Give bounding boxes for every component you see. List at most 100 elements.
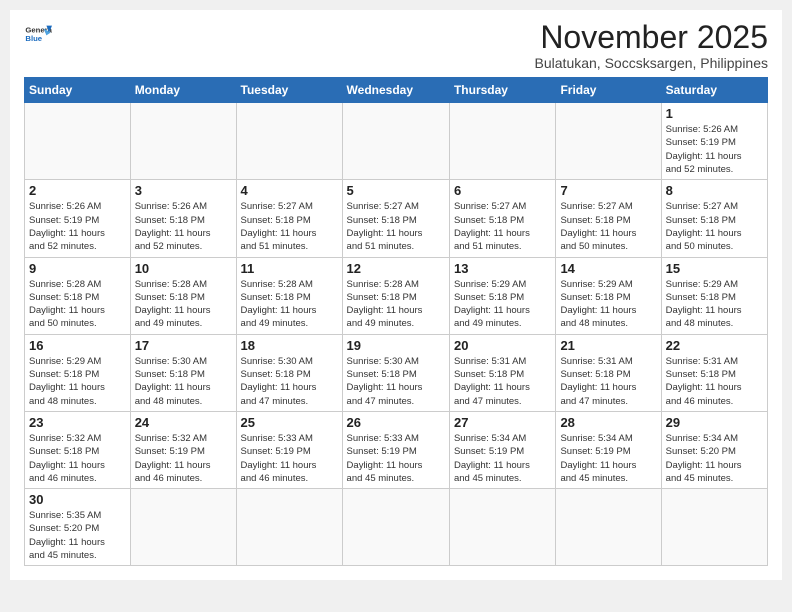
- weekday-header-sunday: Sunday: [25, 78, 131, 103]
- day-number: 21: [560, 338, 656, 353]
- week-row-6: 30 Sunrise: 5:35 AMSunset: 5:20 PMDayligh…: [25, 489, 768, 566]
- day-info: Sunrise: 5:27 AMSunset: 5:18 PMDaylight:…: [454, 200, 551, 253]
- day-info: Sunrise: 5:33 AMSunset: 5:19 PMDaylight:…: [347, 432, 445, 485]
- month-title: November 2025: [535, 20, 768, 55]
- calendar-cell: [449, 489, 555, 566]
- day-number: 3: [135, 183, 232, 198]
- calendar-cell: 22 Sunrise: 5:31 AMSunset: 5:18 PMDayligh…: [661, 334, 767, 411]
- location: Bulatukan, Soccsksargen, Philippines: [535, 55, 768, 71]
- day-info: Sunrise: 5:30 AMSunset: 5:18 PMDaylight:…: [135, 355, 232, 408]
- day-info: Sunrise: 5:34 AMSunset: 5:20 PMDaylight:…: [666, 432, 763, 485]
- calendar-cell: 24 Sunrise: 5:32 AMSunset: 5:19 PMDayligh…: [130, 411, 236, 488]
- day-number: 4: [241, 183, 338, 198]
- calendar-cell: 1Sunrise: 5:26 AMSunset: 5:19 PMDaylight…: [661, 103, 767, 180]
- day-number: 12: [347, 261, 445, 276]
- calendar-cell: [556, 489, 661, 566]
- calendar-cell: 16Sunrise: 5:29 AMSunset: 5:18 PMDayligh…: [25, 334, 131, 411]
- calendar-cell: 3 Sunrise: 5:26 AMSunset: 5:18 PMDaylight…: [130, 180, 236, 257]
- day-info: Sunrise: 5:31 AMSunset: 5:18 PMDaylight:…: [666, 355, 763, 408]
- day-number: 20: [454, 338, 551, 353]
- day-number: 10: [135, 261, 232, 276]
- day-info: Sunrise: 5:26 AMSunset: 5:18 PMDaylight:…: [135, 200, 232, 253]
- day-info: Sunrise: 5:28 AMSunset: 5:18 PMDaylight:…: [135, 278, 232, 331]
- header: General Blue November 2025 Bulatukan, So…: [24, 20, 768, 71]
- weekday-header-tuesday: Tuesday: [236, 78, 342, 103]
- calendar-cell: 20 Sunrise: 5:31 AMSunset: 5:18 PMDayligh…: [449, 334, 555, 411]
- calendar-cell: [342, 489, 449, 566]
- day-number: 14: [560, 261, 656, 276]
- title-block: November 2025 Bulatukan, Soccsksargen, P…: [535, 20, 768, 71]
- day-number: 27: [454, 415, 551, 430]
- day-number: 24: [135, 415, 232, 430]
- calendar-cell: 17 Sunrise: 5:30 AMSunset: 5:18 PMDayligh…: [130, 334, 236, 411]
- calendar-cell: 9 Sunrise: 5:28 AMSunset: 5:18 PMDaylight…: [25, 257, 131, 334]
- day-info: Sunrise: 5:27 AMSunset: 5:18 PMDaylight:…: [560, 200, 656, 253]
- day-info: Sunrise: 5:31 AMSunset: 5:18 PMDaylight:…: [560, 355, 656, 408]
- day-info: Sunrise: 5:30 AMSunset: 5:18 PMDaylight:…: [347, 355, 445, 408]
- calendar-cell: 11 Sunrise: 5:28 AMSunset: 5:18 PMDayligh…: [236, 257, 342, 334]
- day-number: 30: [29, 492, 126, 507]
- calendar-cell: 27 Sunrise: 5:34 AMSunset: 5:19 PMDayligh…: [449, 411, 555, 488]
- svg-text:Blue: Blue: [25, 34, 42, 43]
- day-number: 17: [135, 338, 232, 353]
- calendar-cell: 8Sunrise: 5:27 AMSunset: 5:18 PMDaylight…: [661, 180, 767, 257]
- day-number: 1: [666, 106, 763, 121]
- day-info: Sunrise: 5:27 AMSunset: 5:18 PMDaylight:…: [241, 200, 338, 253]
- day-number: 11: [241, 261, 338, 276]
- day-info: Sunrise: 5:29 AMSunset: 5:18 PMDaylight:…: [29, 355, 126, 408]
- day-info: Sunrise: 5:30 AMSunset: 5:18 PMDaylight:…: [241, 355, 338, 408]
- day-number: 26: [347, 415, 445, 430]
- generalblue-icon: General Blue: [24, 20, 52, 48]
- calendar-cell: 5Sunrise: 5:27 AMSunset: 5:18 PMDaylight…: [342, 180, 449, 257]
- day-info: Sunrise: 5:31 AMSunset: 5:18 PMDaylight:…: [454, 355, 551, 408]
- weekday-header-friday: Friday: [556, 78, 661, 103]
- calendar-cell: [661, 489, 767, 566]
- day-info: Sunrise: 5:35 AMSunset: 5:20 PMDaylight:…: [29, 509, 126, 562]
- calendar-cell: 23Sunrise: 5:32 AMSunset: 5:18 PMDayligh…: [25, 411, 131, 488]
- calendar-cell: [449, 103, 555, 180]
- calendar-cell: 25 Sunrise: 5:33 AMSunset: 5:19 PMDayligh…: [236, 411, 342, 488]
- day-number: 8: [666, 183, 763, 198]
- calendar-table: SundayMondayTuesdayWednesdayThursdayFrid…: [24, 77, 768, 566]
- calendar-cell: 7 Sunrise: 5:27 AMSunset: 5:18 PMDaylight…: [556, 180, 661, 257]
- calendar-cell: 10 Sunrise: 5:28 AMSunset: 5:18 PMDayligh…: [130, 257, 236, 334]
- day-info: Sunrise: 5:28 AMSunset: 5:18 PMDaylight:…: [241, 278, 338, 331]
- calendar-page: General Blue November 2025 Bulatukan, So…: [10, 10, 782, 580]
- day-number: 22: [666, 338, 763, 353]
- day-info: Sunrise: 5:32 AMSunset: 5:18 PMDaylight:…: [29, 432, 126, 485]
- calendar-cell: 28Sunrise: 5:34 AMSunset: 5:19 PMDayligh…: [556, 411, 661, 488]
- calendar-cell: [236, 103, 342, 180]
- day-number: 5: [347, 183, 445, 198]
- day-info: Sunrise: 5:29 AMSunset: 5:18 PMDaylight:…: [454, 278, 551, 331]
- calendar-cell: 14Sunrise: 5:29 AMSunset: 5:18 PMDayligh…: [556, 257, 661, 334]
- calendar-cell: 26 Sunrise: 5:33 AMSunset: 5:19 PMDayligh…: [342, 411, 449, 488]
- day-number: 2: [29, 183, 126, 198]
- calendar-cell: 30 Sunrise: 5:35 AMSunset: 5:20 PMDayligh…: [25, 489, 131, 566]
- day-info: Sunrise: 5:29 AMSunset: 5:18 PMDaylight:…: [666, 278, 763, 331]
- day-number: 25: [241, 415, 338, 430]
- calendar-cell: [342, 103, 449, 180]
- calendar-cell: 2Sunrise: 5:26 AMSunset: 5:19 PMDaylight…: [25, 180, 131, 257]
- day-info: Sunrise: 5:32 AMSunset: 5:19 PMDaylight:…: [135, 432, 232, 485]
- calendar-cell: 15 Sunrise: 5:29 AMSunset: 5:18 PMDayligh…: [661, 257, 767, 334]
- week-row-2: 2Sunrise: 5:26 AMSunset: 5:19 PMDaylight…: [25, 180, 768, 257]
- day-info: Sunrise: 5:33 AMSunset: 5:19 PMDaylight:…: [241, 432, 338, 485]
- day-info: Sunrise: 5:34 AMSunset: 5:19 PMDaylight:…: [454, 432, 551, 485]
- day-number: 7: [560, 183, 656, 198]
- week-row-4: 16Sunrise: 5:29 AMSunset: 5:18 PMDayligh…: [25, 334, 768, 411]
- weekday-header-thursday: Thursday: [449, 78, 555, 103]
- week-row-5: 23Sunrise: 5:32 AMSunset: 5:18 PMDayligh…: [25, 411, 768, 488]
- day-number: 6: [454, 183, 551, 198]
- weekday-header-saturday: Saturday: [661, 78, 767, 103]
- calendar-cell: 18Sunrise: 5:30 AMSunset: 5:18 PMDayligh…: [236, 334, 342, 411]
- calendar-cell: 4 Sunrise: 5:27 AMSunset: 5:18 PMDaylight…: [236, 180, 342, 257]
- day-info: Sunrise: 5:34 AMSunset: 5:19 PMDaylight:…: [560, 432, 656, 485]
- week-row-1: 1Sunrise: 5:26 AMSunset: 5:19 PMDaylight…: [25, 103, 768, 180]
- day-info: Sunrise: 5:28 AMSunset: 5:18 PMDaylight:…: [29, 278, 126, 331]
- logo: General Blue: [24, 20, 52, 48]
- day-number: 9: [29, 261, 126, 276]
- week-row-3: 9 Sunrise: 5:28 AMSunset: 5:18 PMDaylight…: [25, 257, 768, 334]
- calendar-cell: 13Sunrise: 5:29 AMSunset: 5:18 PMDayligh…: [449, 257, 555, 334]
- day-number: 15: [666, 261, 763, 276]
- weekday-header-wednesday: Wednesday: [342, 78, 449, 103]
